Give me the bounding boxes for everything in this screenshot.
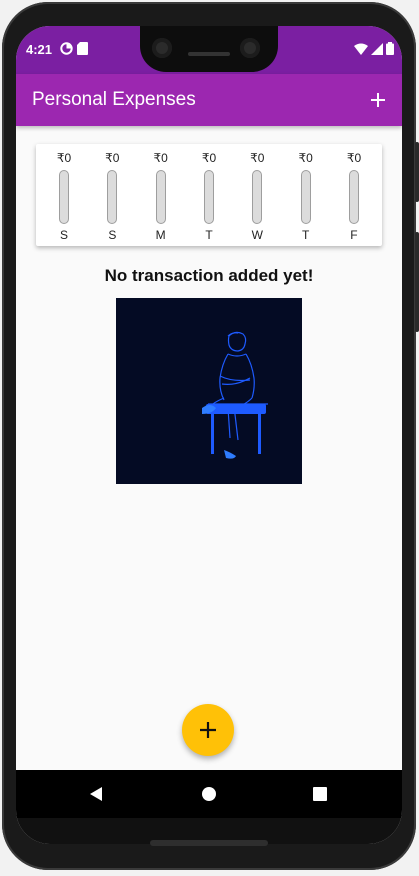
- camera-notch: [140, 26, 278, 72]
- weekly-bars: ₹0 S ₹0 S ₹0 M ₹0 T ₹0 W ₹0 T ₹0 F: [44, 150, 374, 242]
- bar-day-label: S: [108, 228, 117, 242]
- front-camera-icon: [240, 38, 260, 58]
- front-camera-icon: [152, 38, 172, 58]
- signal-icon: [371, 42, 383, 60]
- app-title: Personal Expenses: [32, 89, 196, 110]
- power-button: [415, 142, 419, 202]
- bar-amount-label: ₹0: [298, 151, 313, 165]
- chart-bar-column: ₹0 S: [44, 150, 84, 242]
- home-button[interactable]: [197, 782, 221, 806]
- chart-bar-column: ₹0 M: [141, 150, 181, 242]
- bar-amount-label: ₹0: [250, 151, 265, 165]
- status-icons-left: [60, 42, 88, 60]
- bar-amount-label: ₹0: [56, 151, 72, 165]
- plus-icon: [371, 93, 385, 107]
- phone-display: 4:21 Personal Expenses ₹0 S ₹0 S ₹0 M ₹0…: [16, 26, 402, 844]
- bar-day-label: T: [301, 228, 310, 242]
- recents-square-icon: [313, 787, 327, 801]
- data-saver-icon: [60, 42, 73, 60]
- status-icons-right: [354, 42, 394, 60]
- add-transaction-fab[interactable]: [182, 704, 234, 756]
- chart-bar-column: ₹0 T: [286, 150, 326, 242]
- bar-amount-label: ₹0: [153, 151, 168, 165]
- device-stage: 4:21 Personal Expenses ₹0 S ₹0 S ₹0 M ₹0…: [0, 0, 419, 876]
- app-bar: Personal Expenses: [16, 74, 402, 126]
- empty-state-illustration: [116, 298, 302, 484]
- bar-amount-label: ₹0: [346, 151, 362, 165]
- home-circle-icon: [202, 787, 216, 801]
- bar-day-label: F: [350, 228, 358, 242]
- bar-track: [59, 170, 69, 224]
- bar-day-label: S: [59, 228, 68, 242]
- sd-card-icon: [77, 42, 88, 60]
- status-time: 4:21: [26, 42, 53, 57]
- phone-frame: 4:21 Personal Expenses ₹0 S ₹0 S ₹0 M ₹0…: [2, 2, 419, 870]
- status-bar: 4:21: [16, 26, 402, 74]
- system-navigation-bar: [16, 770, 402, 818]
- battery-icon: [386, 42, 394, 60]
- app-screen: 4:21 Personal Expenses ₹0 S ₹0 S ₹0 M ₹0…: [16, 26, 402, 844]
- bar-track: [155, 170, 166, 224]
- bar-amount-label: ₹0: [105, 151, 120, 165]
- earpiece-speaker: [188, 52, 230, 56]
- chart-bar-column: ₹0 W: [237, 150, 277, 242]
- bar-track: [300, 170, 311, 224]
- plus-icon: [200, 722, 216, 738]
- bar-day-label: T: [205, 228, 213, 242]
- bar-day-label: M: [155, 228, 166, 242]
- chart-bar-column: ₹0 S: [92, 150, 132, 242]
- volume-button: [415, 232, 419, 332]
- bar-track: [107, 170, 118, 224]
- bar-amount-label: ₹0: [201, 151, 217, 165]
- wifi-icon: [354, 42, 368, 60]
- bottom-speaker: [150, 840, 268, 846]
- chart-bar-column: ₹0 T: [189, 150, 229, 242]
- recents-button[interactable]: [308, 782, 332, 806]
- bar-day-label: W: [251, 228, 263, 242]
- back-button[interactable]: [84, 782, 108, 806]
- chart-bar-column: ₹0 F: [334, 150, 374, 242]
- bar-track: [348, 170, 359, 224]
- empty-state-message: No transaction added yet!: [104, 266, 314, 285]
- back-triangle-icon: [90, 787, 102, 801]
- bar-track: [203, 170, 214, 224]
- person-sitting-illustration: [202, 331, 268, 459]
- weekly-chart-card: ₹0 S ₹0 S ₹0 M ₹0 T ₹0 W ₹0 T ₹0 F: [36, 144, 382, 246]
- bar-track: [252, 170, 263, 224]
- add-transaction-button[interactable]: [362, 84, 394, 116]
